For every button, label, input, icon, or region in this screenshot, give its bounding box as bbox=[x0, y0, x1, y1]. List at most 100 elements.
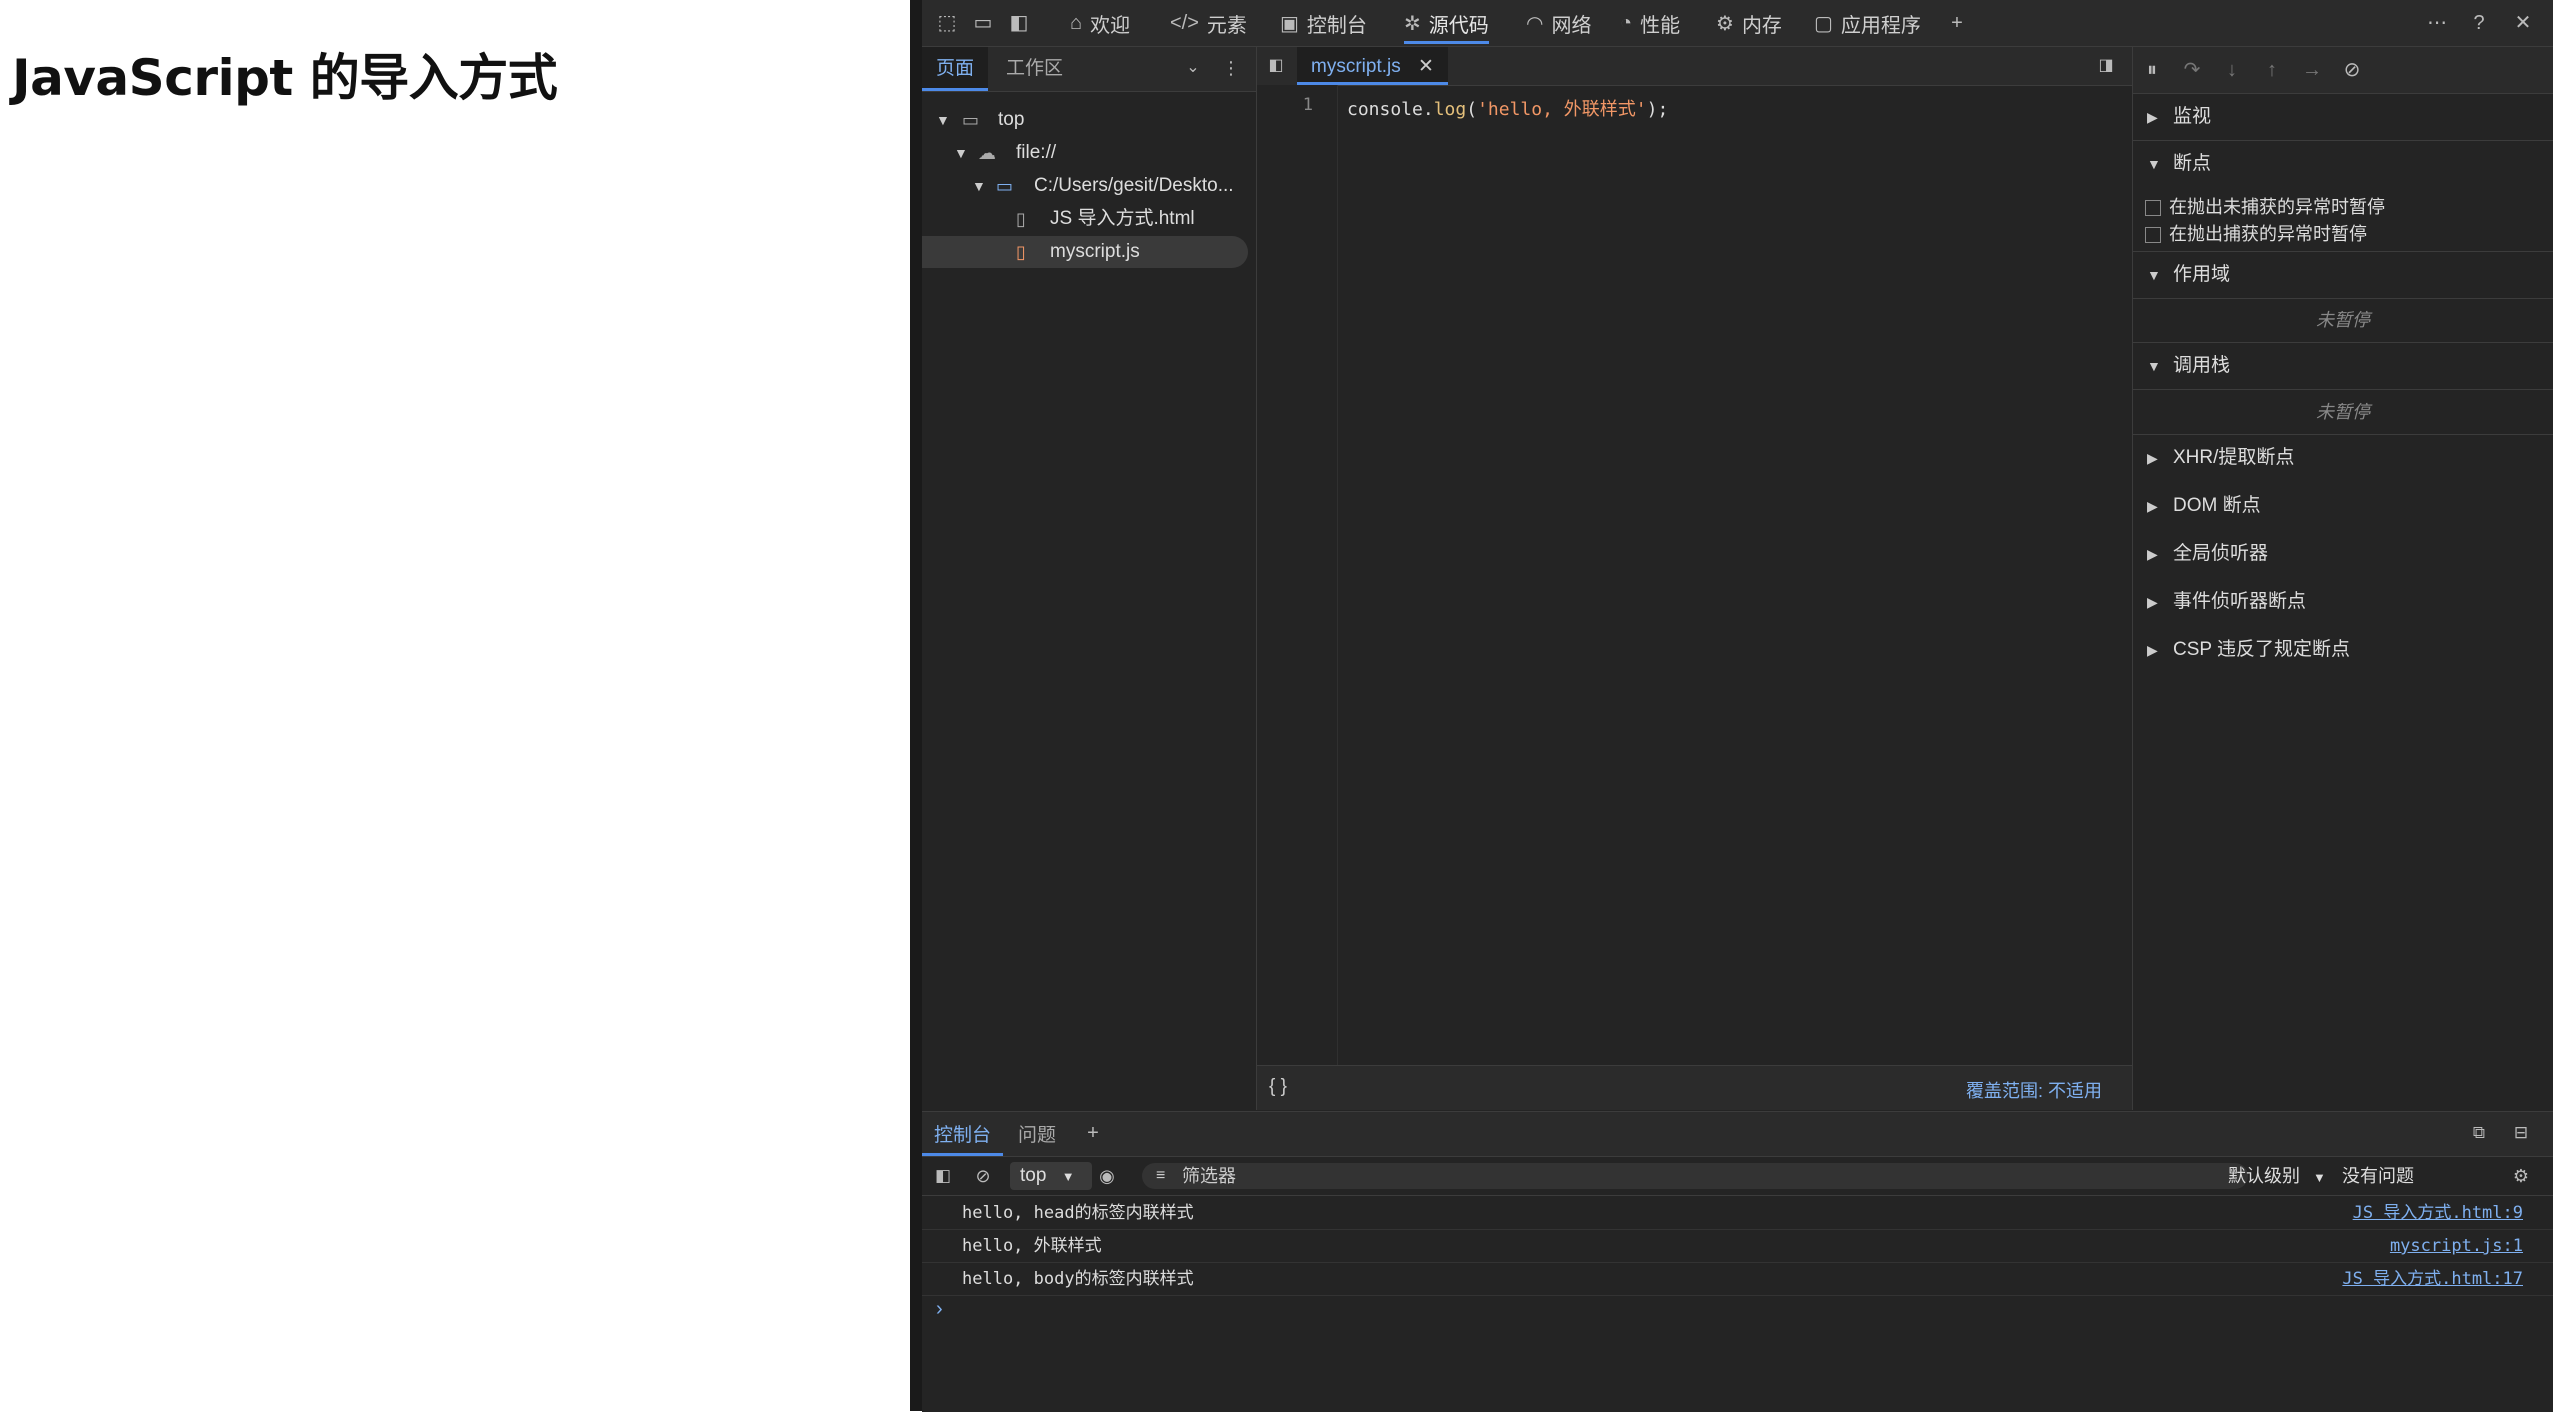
console-log-row: hello, 外联样式 myscript.js:1 bbox=[922, 1230, 2553, 1263]
section-callstack[interactable]: ▼ 调用栈 bbox=[2133, 343, 2553, 390]
tree-item-top[interactable]: ▼ ▭ top bbox=[922, 104, 1256, 136]
section-breakpoints[interactable]: ▼ 断点 bbox=[2133, 141, 2553, 187]
tree-item-js[interactable]: ▯ myscript.js bbox=[922, 236, 1248, 268]
dropdown-arrow-icon: ▼ bbox=[1061, 1169, 1075, 1184]
section-scope[interactable]: ▼ 作用域 bbox=[2133, 251, 2553, 299]
expand-icon: ▶ bbox=[2147, 109, 2158, 125]
debugger-controls: ⏸ ↷ ↓ ↑ → ⊘ bbox=[2133, 47, 2553, 94]
wifi-icon: ◠ bbox=[1526, 12, 1544, 35]
toggle-navigator-icon[interactable]: ◧ bbox=[1263, 53, 1289, 79]
drawer-tabs: 控制台 问题 + ⧉ ⊟ bbox=[922, 1112, 2553, 1157]
editor-tabs: ◧ myscript.js ✕ ◨ bbox=[1257, 47, 2132, 86]
dock-icon[interactable]: ◧ bbox=[1006, 10, 1032, 36]
toggle-debugger-icon[interactable]: ◨ bbox=[2093, 53, 2119, 79]
pause-icon[interactable]: ⏸ bbox=[2139, 57, 2165, 83]
chevron-down-icon[interactable]: ⌄ bbox=[1180, 55, 1206, 81]
close-tab-icon[interactable]: ✕ bbox=[1418, 56, 1434, 77]
editor-status-bar: { } 覆盖范围: 不适用 bbox=[1257, 1065, 2132, 1110]
clear-console-icon[interactable]: ⊘ bbox=[970, 1163, 996, 1189]
tab-workspace[interactable]: 工作区 bbox=[992, 47, 1077, 91]
device-toolbar-icon[interactable]: ▭ bbox=[970, 10, 996, 36]
tree-item-html[interactable]: ▯ JS 导入方式.html bbox=[922, 203, 1256, 235]
gauge-icon: ◔ bbox=[1620, 11, 1633, 34]
context-selector[interactable]: top ▼ bbox=[1010, 1162, 1092, 1190]
tree-item-folder[interactable]: ▼ ▭ C:/Users/gesit/Deskto... bbox=[922, 170, 1256, 202]
log-source-link[interactable]: JS 导入方式.html:9 bbox=[2353, 1197, 2523, 1229]
devtools-panel: ⬚ ▭ ◧ ⌂ 欢迎 </> 元素 ▣ 控制台 ✲ 源代码 ◠ 网络 ◔ 性能 … bbox=[922, 0, 2553, 1412]
undock-drawer-icon[interactable]: ⧉ bbox=[2466, 1120, 2492, 1146]
page-heading: JavaScript 的导入方式 bbox=[12, 49, 558, 107]
log-level-select[interactable]: 默认级别 ▼ bbox=[2228, 1163, 2326, 1191]
js-file-icon: ▯ bbox=[1016, 242, 1026, 262]
drawer-tab-console[interactable]: 控制台 bbox=[922, 1112, 1004, 1156]
section-dom-breakpoints[interactable]: ▶ DOM 断点 bbox=[2133, 483, 2553, 529]
gear-icon: ⚙ bbox=[1716, 12, 1734, 35]
app-icon: ▢ bbox=[1814, 12, 1833, 35]
folder-icon: ▭ bbox=[996, 176, 1014, 196]
tab-memory[interactable]: ⚙ 内存 bbox=[1716, 0, 1782, 46]
step-out-icon[interactable]: ↑ bbox=[2259, 57, 2285, 83]
tab-performance[interactable]: ◔ 性能 bbox=[1620, 0, 1680, 46]
expand-icon: ▼ bbox=[936, 112, 950, 128]
deactivate-breakpoints-icon[interactable]: ⊘ bbox=[2339, 57, 2365, 83]
pretty-print-button[interactable]: { } bbox=[1269, 1076, 1287, 1098]
tab-console[interactable]: ▣ 控制台 bbox=[1280, 0, 1367, 46]
file-navigator: 页面 工作区 ⌄ ⋮ ▼ ▭ top ▼ ☁ file:// ▼ ▭ C:/Us… bbox=[922, 47, 1257, 1110]
expand-icon: ▶ bbox=[2147, 498, 2158, 514]
console-settings-icon[interactable]: ⚙ bbox=[2508, 1163, 2534, 1189]
coverage-status: 覆盖范围: 不适用 bbox=[1965, 1081, 2102, 1101]
section-global-listeners[interactable]: ▶ 全局侦听器 bbox=[2133, 531, 2553, 577]
checkbox[interactable] bbox=[2145, 200, 2161, 217]
web-page: JavaScript 的导入方式 bbox=[0, 0, 910, 1411]
console-filter-input[interactable]: ≡ 筛选器 bbox=[1142, 1163, 2248, 1189]
bug-icon: ✲ bbox=[1404, 12, 1421, 35]
live-expression-icon[interactable]: ◉ bbox=[1094, 1163, 1120, 1189]
more-vertical-icon[interactable]: ⋮ bbox=[1218, 55, 1244, 81]
more-options-icon[interactable]: ⋯ bbox=[2424, 10, 2450, 36]
step-into-icon[interactable]: ↓ bbox=[2219, 57, 2245, 83]
expand-icon: ▼ bbox=[954, 145, 968, 161]
tab-welcome[interactable]: ⌂ 欢迎 bbox=[1070, 0, 1130, 46]
tab-network[interactable]: ◠ 网络 bbox=[1526, 0, 1591, 46]
step-icon[interactable]: → bbox=[2299, 57, 2325, 83]
code-line-1[interactable]: console.log('hello, 外联样式'); bbox=[1347, 95, 1668, 121]
inspect-icon[interactable]: ⬚ bbox=[934, 10, 960, 36]
collapse-icon: ▼ bbox=[2147, 267, 2161, 283]
tab-sources[interactable]: ✲ 源代码 bbox=[1404, 0, 1489, 46]
console-drawer: 控制台 问题 + ⧉ ⊟ ◧ ⊘ top ▼ ◉ ≡ 筛选器 默认级别 ▼ 没有… bbox=[922, 1111, 2553, 1412]
console-toolbar: ◧ ⊘ top ▼ ◉ ≡ 筛选器 默认级别 ▼ 没有问题 ⚙ bbox=[922, 1157, 2553, 1196]
section-csp-breakpoints[interactable]: ▶ CSP 违反了规定断点 bbox=[2133, 627, 2553, 673]
drawer-tab-issues[interactable]: 问题 bbox=[1006, 1112, 1068, 1156]
pane-divider[interactable] bbox=[910, 0, 922, 1411]
code-editor: ◧ myscript.js ✕ ◨ 1 console.log('hello, … bbox=[1257, 47, 2133, 1110]
close-drawer-icon[interactable]: ⊟ bbox=[2508, 1120, 2534, 1146]
pause-caught-checkbox[interactable]: 在抛出捕获的异常时暂停 bbox=[2145, 221, 2367, 247]
cloud-icon: ☁ bbox=[978, 143, 996, 163]
add-tab-icon[interactable]: + bbox=[1944, 10, 1970, 36]
tree-item-file[interactable]: ▼ ☁ file:// bbox=[922, 137, 1256, 169]
pause-uncaught-checkbox[interactable]: 在抛出未捕获的异常时暂停 bbox=[2145, 194, 2385, 220]
expand-icon: ▶ bbox=[2147, 594, 2158, 610]
close-icon[interactable]: ✕ bbox=[2510, 10, 2536, 36]
sidebar-toggle-icon[interactable]: ◧ bbox=[930, 1163, 956, 1189]
section-event-listener-breakpoints[interactable]: ▶ 事件侦听器断点 bbox=[2133, 579, 2553, 625]
step-over-icon[interactable]: ↷ bbox=[2179, 57, 2205, 83]
tab-page[interactable]: 页面 bbox=[922, 47, 989, 91]
issues-counter[interactable]: 没有问题 bbox=[2342, 1163, 2414, 1189]
navigator-tabs: 页面 工作区 ⌄ ⋮ bbox=[922, 47, 1256, 92]
add-drawer-tab-icon[interactable]: + bbox=[1080, 1120, 1106, 1146]
collapse-icon: ▼ bbox=[2147, 358, 2161, 374]
tab-elements[interactable]: </> 元素 bbox=[1170, 0, 1247, 46]
tab-application[interactable]: ▢ 应用程序 bbox=[1814, 0, 1921, 46]
help-icon[interactable]: ? bbox=[2466, 10, 2492, 36]
expand-icon: ▶ bbox=[2147, 450, 2158, 466]
expand-icon: ▼ bbox=[972, 178, 986, 194]
line-gutter: 1 bbox=[1257, 85, 1338, 1065]
console-prompt[interactable]: › bbox=[936, 1298, 943, 1321]
log-source-link[interactable]: JS 导入方式.html:17 bbox=[2342, 1263, 2523, 1295]
section-watch[interactable]: ▶ 监视 bbox=[2133, 94, 2553, 141]
checkbox[interactable] bbox=[2145, 227, 2161, 244]
section-xhr-breakpoints[interactable]: ▶ XHR/提取断点 bbox=[2133, 435, 2553, 481]
editor-tab-myscript[interactable]: myscript.js ✕ bbox=[1297, 47, 1448, 85]
log-source-link[interactable]: myscript.js:1 bbox=[2390, 1230, 2523, 1262]
